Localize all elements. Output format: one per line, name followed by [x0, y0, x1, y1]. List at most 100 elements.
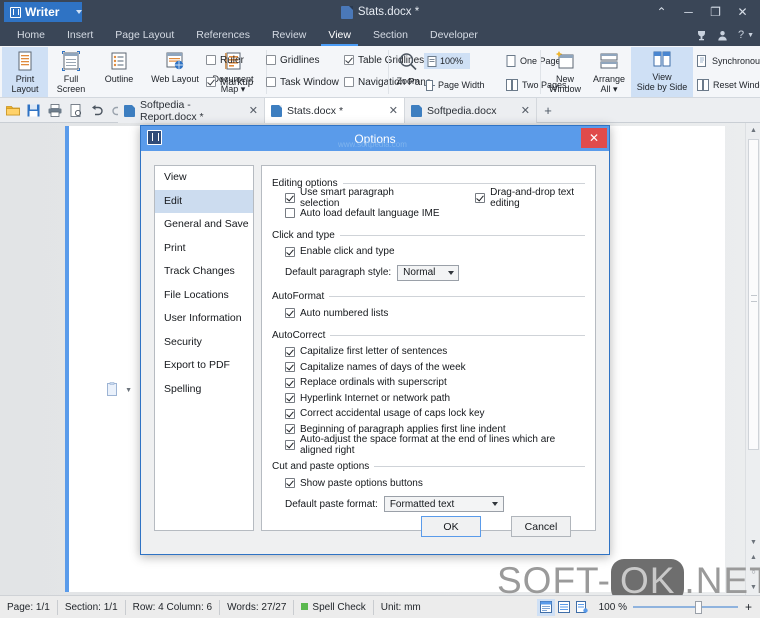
- tab-view[interactable]: View: [317, 24, 362, 46]
- scroll-down-button[interactable]: ▼: [746, 535, 760, 550]
- options-item-track-changes[interactable]: Track Changes: [155, 260, 253, 284]
- options-item-export-to-pdf[interactable]: Export to PDF: [155, 354, 253, 378]
- checkbox-hyperlink-internet-or-network-path[interactable]: Hyperlink Internet or network path: [285, 391, 585, 407]
- save-icon[interactable]: [25, 101, 42, 119]
- tab-section[interactable]: Section: [362, 24, 419, 46]
- open-folder-icon[interactable]: [4, 101, 21, 119]
- arrange-all-button[interactable]: Arrange All ▾: [587, 47, 631, 97]
- doctab-softpedia[interactable]: Softpedia.docx ✕: [405, 98, 537, 123]
- new-window-label-2: Window: [548, 84, 581, 94]
- checkbox-drag-and-drop-text-editing[interactable]: Drag-and-drop text editing: [475, 187, 585, 209]
- status-zoom-percent[interactable]: 100 %: [599, 602, 627, 613]
- checkbox-box: [344, 55, 354, 65]
- web-layout-button[interactable]: Web Layout: [144, 47, 206, 97]
- options-item-print[interactable]: Print: [155, 237, 253, 261]
- close-icon[interactable]: ✕: [729, 0, 756, 24]
- options-item-spelling[interactable]: Spelling: [155, 378, 253, 402]
- previous-page-button[interactable]: ▲: [746, 550, 760, 565]
- arrange-all-icon: [598, 50, 620, 72]
- checkbox-capitalize-first-letter-of-sentences[interactable]: Capitalize first letter of sentences: [285, 344, 585, 360]
- zoom-slider[interactable]: [632, 600, 738, 614]
- new-document-tab-button[interactable]: +: [537, 98, 559, 123]
- print-layout-view-icon[interactable]: [536, 598, 555, 616]
- close-icon[interactable]: ✕: [581, 128, 607, 148]
- print-layout-button[interactable]: Print Layout: [2, 47, 48, 97]
- options-item-edit[interactable]: Edit: [155, 189, 253, 213]
- zoom-100-button[interactable]: 100%: [424, 53, 470, 69]
- doctab-close-icon[interactable]: ✕: [249, 104, 258, 117]
- zoom-100-icon: [427, 55, 437, 67]
- checkbox-replace-ordinals-with-superscript[interactable]: Replace ordinals with superscript: [285, 375, 585, 391]
- tab-references[interactable]: References: [185, 24, 261, 46]
- trophy-icon[interactable]: [696, 30, 707, 41]
- status-unit[interactable]: Unit: mm: [374, 600, 428, 615]
- view-side-by-side-button[interactable]: View Side by Side: [631, 47, 693, 97]
- cancel-button[interactable]: Cancel: [511, 516, 571, 537]
- options-item-file-locations[interactable]: File Locations: [155, 284, 253, 308]
- full-screen-button[interactable]: Full Screen: [48, 47, 94, 97]
- status-words[interactable]: Words: 27/27: [220, 599, 295, 615]
- undo-icon[interactable]: [88, 101, 105, 119]
- doctab-softpedia-report[interactable]: Softpedia - Report.docx * ✕: [118, 98, 265, 123]
- status-spell-check[interactable]: Spell Check: [294, 599, 374, 615]
- default-paragraph-style-select[interactable]: Normal: [397, 264, 460, 281]
- ok-button[interactable]: OK: [421, 516, 481, 537]
- checkbox-enable-click-and-type[interactable]: Enable click and type: [285, 244, 585, 260]
- tab-home[interactable]: Home: [6, 24, 56, 46]
- options-item-user-information[interactable]: User Information: [155, 307, 253, 331]
- checkbox-box: [285, 208, 295, 219]
- paste-options-icon[interactable]: ▼: [107, 382, 132, 397]
- page-width-button[interactable]: Page Width: [424, 77, 500, 93]
- synchronous-scroll-button[interactable]: Synchronous Scroll: [697, 53, 760, 69]
- print-preview-icon[interactable]: [67, 101, 84, 119]
- print-icon[interactable]: [46, 101, 63, 119]
- help-icon[interactable]: ?: [738, 29, 744, 41]
- tab-insert[interactable]: Insert: [56, 24, 104, 46]
- status-page[interactable]: Page: 1/1: [0, 599, 58, 615]
- full-screen-label-1: Full: [63, 74, 79, 84]
- zoom-slider-knob[interactable]: [694, 601, 702, 614]
- next-page-button[interactable]: ▼: [746, 580, 760, 595]
- chevron-down-icon[interactable]: [443, 266, 458, 280]
- checkbox-correct-accidental-usage-of-caps-lock-key[interactable]: Correct accidental usage of caps lock ke…: [285, 406, 585, 422]
- ruler-checkbox[interactable]: Ruler: [206, 52, 266, 68]
- outline-button[interactable]: Outline: [94, 47, 144, 97]
- user-account-icon[interactable]: [717, 30, 728, 41]
- checkbox-auto-adjust-space-format[interactable]: Auto-adjust the space format at the end …: [285, 434, 585, 456]
- scroll-up-button[interactable]: ▲: [746, 123, 760, 138]
- tab-developer[interactable]: Developer: [419, 24, 489, 46]
- select-browse-object-button[interactable]: ○: [746, 565, 760, 580]
- vertical-scrollbar[interactable]: ▲ ▼ ▲ ○ ▼: [745, 123, 760, 595]
- task-window-checkbox[interactable]: Task Window: [266, 74, 344, 90]
- checkbox-show-paste-options-buttons[interactable]: Show paste options buttons: [285, 476, 585, 492]
- doctab-close-icon[interactable]: ✕: [389, 104, 398, 117]
- new-window-button[interactable]: New Window: [543, 47, 587, 97]
- checkbox-auto-numbered-lists[interactable]: Auto numbered lists: [285, 306, 585, 322]
- options-item-view[interactable]: View: [155, 166, 253, 190]
- tab-review[interactable]: Review: [261, 24, 317, 46]
- doctab-label: Softpedia.docx: [427, 104, 497, 117]
- checkbox-capitalize-names-of-days-of-the-week[interactable]: Capitalize names of days of the week: [285, 360, 585, 376]
- status-section[interactable]: Section: 1/1: [58, 599, 126, 615]
- app-menu-button[interactable]: Writer: [4, 2, 82, 22]
- zoom-button[interactable]: Zoom: [392, 47, 424, 97]
- reset-window-position-button[interactable]: Reset Window Pos: [697, 77, 760, 93]
- zoom-in-button[interactable]: +: [745, 600, 752, 614]
- group-rule: [330, 334, 585, 336]
- options-item-security[interactable]: Security: [155, 331, 253, 355]
- gridlines-checkbox[interactable]: Gridlines: [266, 52, 344, 68]
- minimize-icon[interactable]: ─: [675, 0, 702, 24]
- tab-page-layout[interactable]: Page Layout: [104, 24, 185, 46]
- markup-checkbox[interactable]: Markup: [206, 74, 266, 90]
- checkbox-use-smart-paragraph-selection[interactable]: Use smart paragraph selection: [285, 187, 423, 209]
- outline-view-icon[interactable]: [555, 599, 573, 616]
- options-item-general-and-save[interactable]: General and Save: [155, 213, 253, 237]
- web-layout-view-icon[interactable]: [573, 599, 591, 616]
- maximize-icon[interactable]: ❐: [702, 0, 729, 24]
- help-chevron-down-icon[interactable]: ▼: [747, 32, 754, 39]
- status-row-column[interactable]: Row: 4 Column: 6: [126, 599, 221, 615]
- doctab-close-icon[interactable]: ✕: [521, 104, 530, 117]
- vertical-scroll-thumb[interactable]: [748, 139, 759, 450]
- collapse-ribbon-icon[interactable]: ⌃: [648, 0, 675, 24]
- doctab-stats[interactable]: Stats.docx * ✕: [265, 98, 405, 123]
